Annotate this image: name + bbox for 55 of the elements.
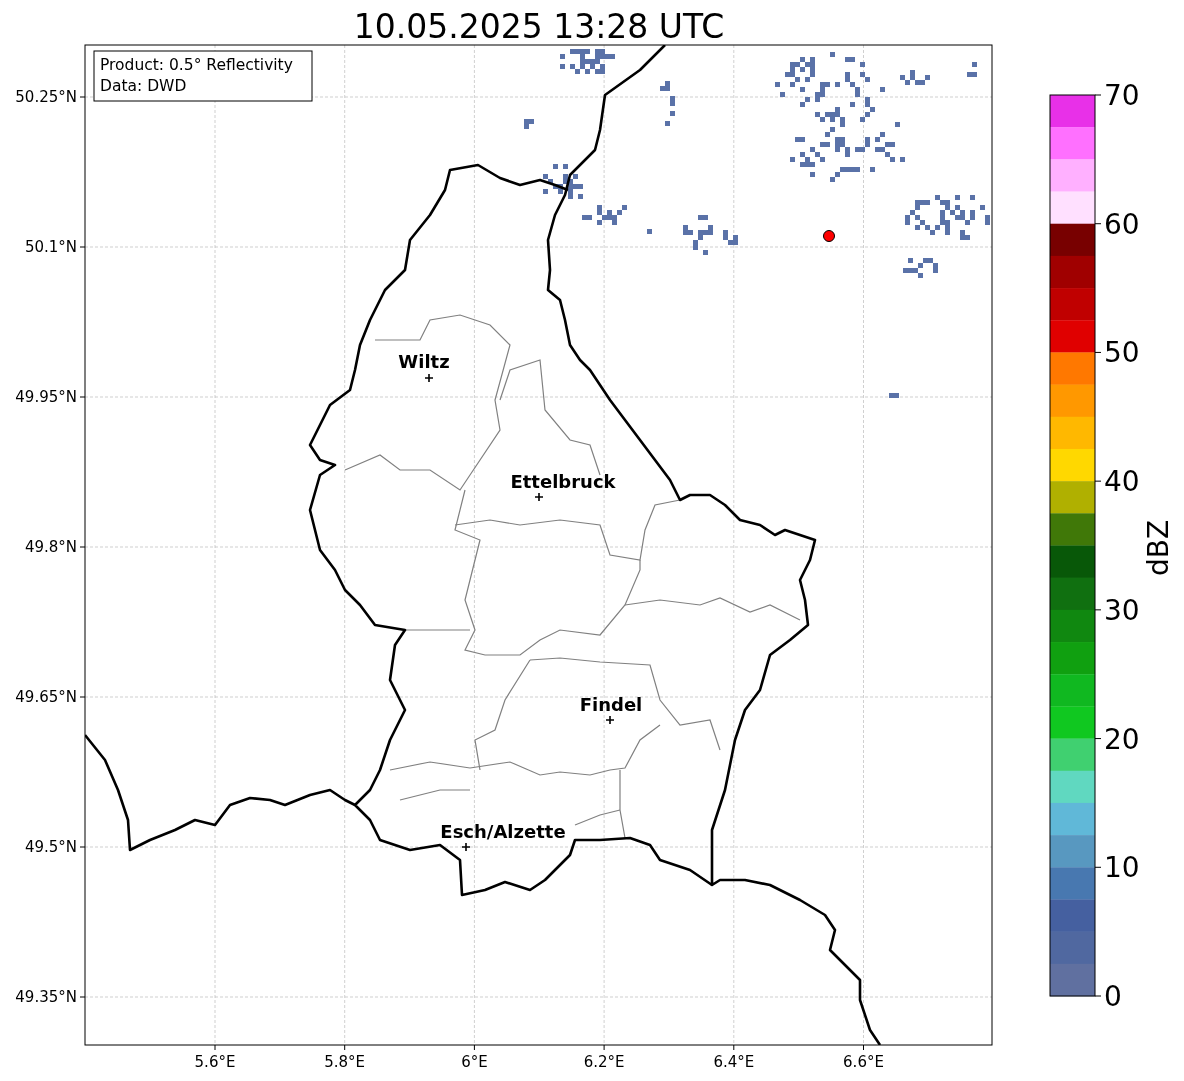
longitude-label: 5.8°E: [324, 1053, 366, 1071]
tick-mark: [1094, 351, 1102, 353]
colorbar-tick-label: 50: [1104, 336, 1140, 370]
colorbar-tick-label: 40: [1104, 465, 1140, 499]
chart-title: 10.05.2025 13:28 UTC: [353, 7, 725, 46]
latitude-label: 49.95°N: [15, 388, 77, 406]
tick-mark: [1094, 866, 1102, 868]
longitude-label: 6°E: [461, 1053, 488, 1071]
colorbar-tick-label: 70: [1104, 79, 1140, 112]
colorbar-tick-label: 30: [1104, 593, 1140, 627]
info-text: Data: DWD: [100, 77, 187, 95]
tick-mark: [79, 996, 86, 998]
longitude-label: 6.6°E: [843, 1053, 884, 1071]
city-label: Ettelbruck: [510, 471, 616, 492]
tick-mark: [1094, 223, 1102, 225]
tick-mark: [79, 96, 86, 98]
colorbar-tick-label: 60: [1104, 207, 1140, 241]
latitude-label: 49.5°N: [24, 838, 77, 856]
longitude-label: 5.6°E: [194, 1053, 236, 1071]
tick-mark: [1094, 609, 1102, 611]
colorbar-tick-label: 20: [1104, 722, 1140, 756]
tick-mark: [214, 1044, 216, 1051]
longitude-label: 6.2°E: [583, 1053, 625, 1071]
info-text: Product: 0.5° Reflectivity: [100, 56, 293, 74]
city-label: Findel: [579, 694, 643, 715]
tick-mark: [79, 246, 86, 248]
city-label: Wiltz: [398, 351, 450, 372]
tick-mark: [344, 1044, 346, 1051]
tick-mark: [79, 696, 86, 698]
tick-mark: [473, 1044, 475, 1051]
city-label: Esch/Alzette: [440, 821, 566, 842]
tick-mark: [1094, 995, 1102, 997]
city-marker-icon: [534, 492, 544, 502]
colorbar-tick-label: 10: [1104, 851, 1140, 885]
colorbar-tick-label: 0: [1104, 980, 1122, 1013]
tick-mark: [79, 846, 86, 848]
longitude-label: 6.4°E: [713, 1053, 755, 1071]
tick-mark: [79, 396, 86, 398]
tick-mark: [1094, 94, 1102, 96]
city-marker-icon: [605, 715, 615, 725]
latitude-label: 50.25°N: [15, 88, 77, 106]
tick-mark: [1094, 480, 1102, 482]
latitude-label: 49.35°N: [15, 988, 77, 1006]
tick-mark: [733, 1044, 735, 1051]
colorbar-label: dBZ: [1142, 519, 1175, 577]
radar-site-marker: [823, 230, 835, 242]
tick-mark: [1094, 738, 1102, 740]
tick-mark: [603, 1044, 605, 1051]
latitude-label: 49.8°N: [24, 538, 77, 556]
latitude-label: 49.65°N: [15, 688, 77, 706]
city-marker-icon: [461, 842, 471, 852]
tick-mark: [863, 1044, 864, 1051]
latitude-label: 50.1°N: [24, 238, 77, 256]
city-marker-icon: [424, 373, 434, 383]
tick-mark: [79, 546, 86, 548]
